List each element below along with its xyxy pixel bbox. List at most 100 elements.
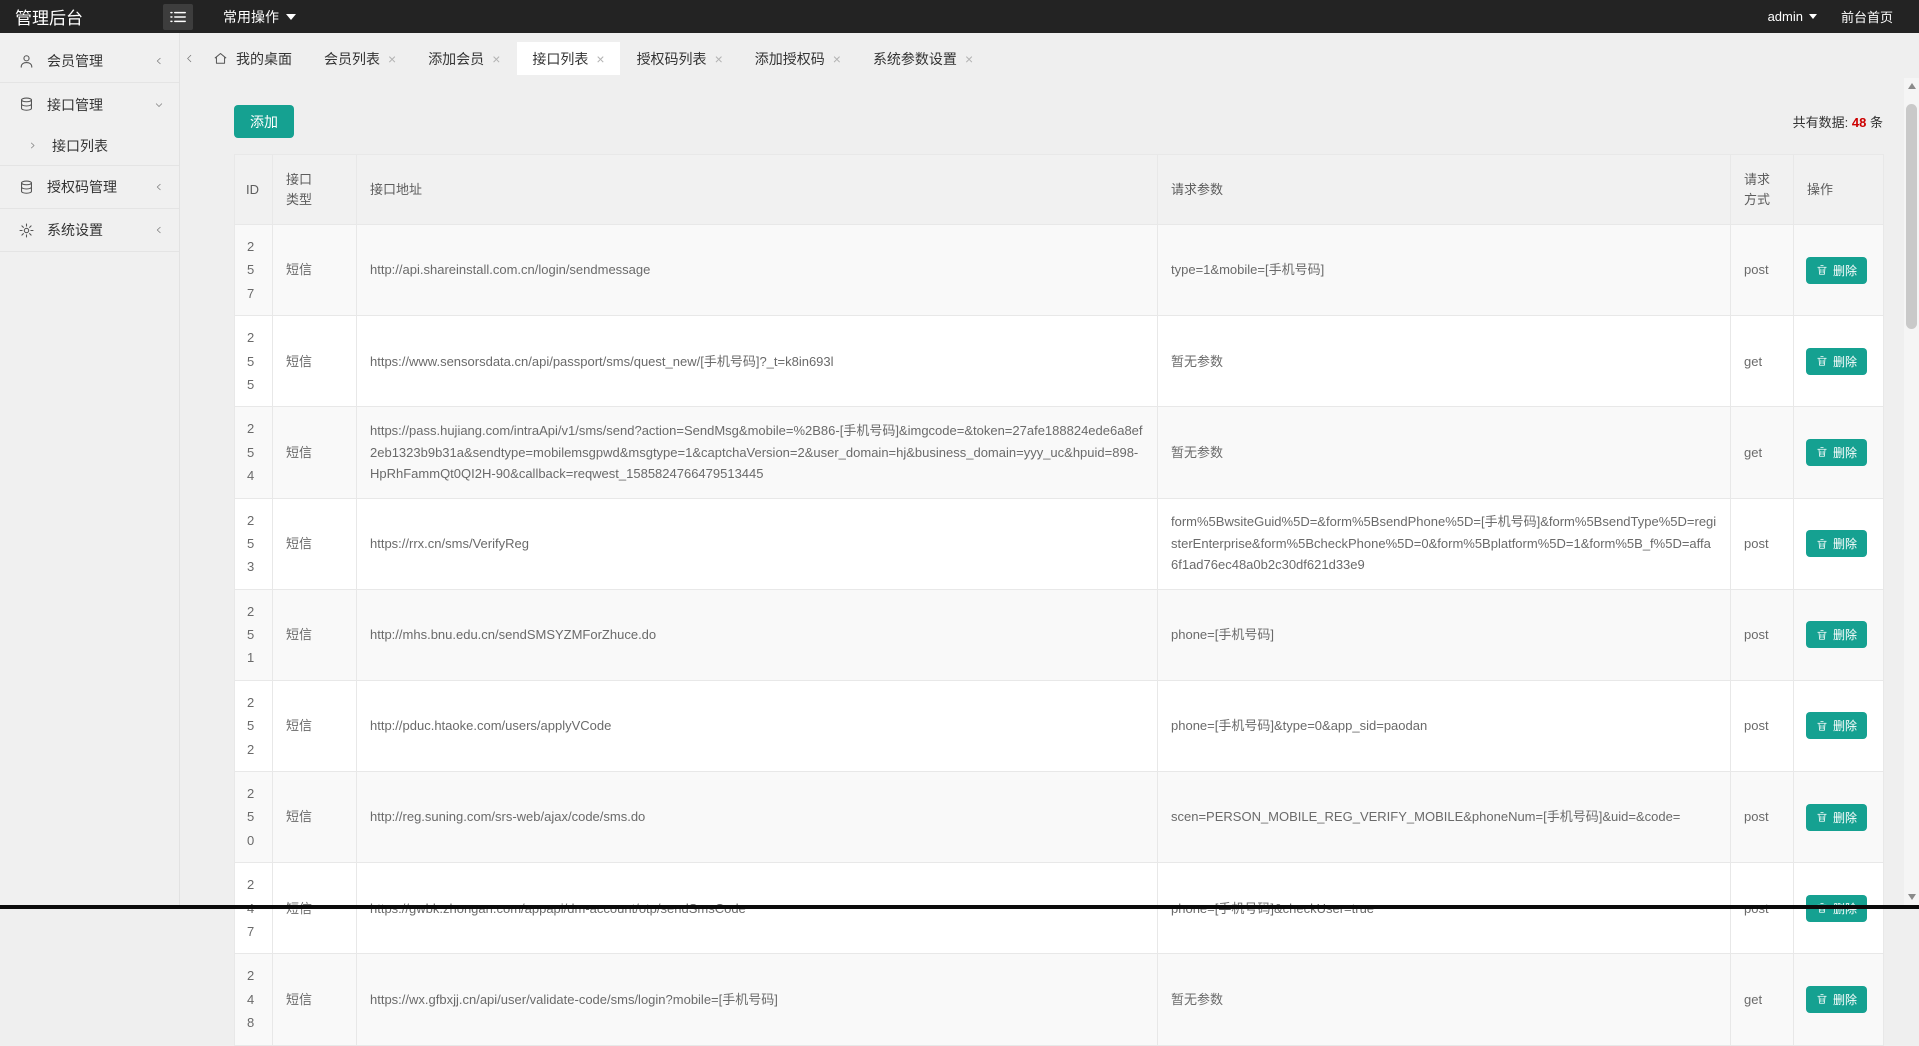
tab-scroll-left-button[interactable] <box>181 42 198 75</box>
database-icon <box>18 179 35 196</box>
table-row: 253 短信 https://rrx.cn/sms/VerifyReg form… <box>235 498 1884 589</box>
table-row: 255 短信 https://www.sensorsdata.cn/api/pa… <box>235 316 1884 407</box>
sidebar: 会员管理 接口管理 接口列表 授权码管理 系统设置 <box>0 33 180 909</box>
table-row: 251 短信 http://mhs.bnu.edu.cn/sendSMSYZMF… <box>235 589 1884 680</box>
cell-url: https://www.sensorsdata.cn/api/passport/… <box>357 316 1158 407</box>
delete-button[interactable]: 删除 <box>1806 257 1867 284</box>
cell-params: 暂无参数 <box>1158 316 1731 407</box>
tab-label: 添加会员 <box>428 49 484 69</box>
caret-down-icon <box>286 14 296 20</box>
delete-button[interactable]: 删除 <box>1806 439 1867 466</box>
chevron-down-icon <box>153 99 165 111</box>
close-icon[interactable]: × <box>596 52 604 66</box>
sidebar-item-label: 接口管理 <box>47 95 153 115</box>
tab-bar: 我的桌面 会员列表 × 添加会员 × 接口列表 × 授权码列表 × 添加授权码 … <box>180 33 1904 75</box>
trash-icon <box>1816 993 1828 1005</box>
home-icon <box>213 51 228 66</box>
scroll-down-button[interactable] <box>1904 889 1919 905</box>
trash-icon <box>1816 720 1828 732</box>
cell-method: get <box>1731 954 1794 1045</box>
trash-icon <box>1816 811 1828 823</box>
tab-label: 接口列表 <box>532 49 588 69</box>
cell-method: post <box>1731 498 1794 589</box>
sidebar-item-interfaces[interactable]: 接口管理 <box>0 83 179 126</box>
tab-my-desktop[interactable]: 我的桌面 <box>198 42 307 75</box>
cell-params: scen=PERSON_MOBILE_REG_VERIFY_MOBILE&pho… <box>1158 772 1731 863</box>
cell-params: 暂无参数 <box>1158 954 1731 1045</box>
cell-id: 251 <box>235 589 273 680</box>
add-button[interactable]: 添加 <box>234 105 294 138</box>
cell-type: 短信 <box>273 954 357 1045</box>
frontend-home-link[interactable]: 前台首页 <box>1841 7 1893 26</box>
chevron-left-icon <box>153 55 165 67</box>
total-number: 48 <box>1852 115 1866 130</box>
chevron-right-icon <box>27 140 38 151</box>
delete-button[interactable]: 删除 <box>1806 348 1867 375</box>
caret-down-icon <box>1809 14 1817 19</box>
cell-method: post <box>1731 225 1794 316</box>
trash-icon <box>1816 264 1828 276</box>
tab-add-authcode[interactable]: 添加授权码 × <box>740 42 856 75</box>
sidebar-item-settings[interactable]: 系统设置 <box>0 209 179 252</box>
sidebar-item-label: 授权码管理 <box>47 177 153 197</box>
cell-type: 短信 <box>273 772 357 863</box>
quick-actions-menu[interactable]: 常用操作 <box>223 7 296 27</box>
cell-url: https://wx.gfbxjj.cn/api/user/validate-c… <box>357 954 1158 1045</box>
cell-url: https://pass.hujiang.com/intraApi/v1/sms… <box>357 407 1158 498</box>
scrollbar-thumb[interactable] <box>1906 104 1917 329</box>
cell-id: 254 <box>235 407 273 498</box>
column-header-id: ID <box>235 155 273 225</box>
cell-method: get <box>1731 407 1794 498</box>
close-icon[interactable]: × <box>965 52 973 66</box>
tab-add-member[interactable]: 添加会员 × <box>413 42 515 75</box>
column-header-params: 请求参数 <box>1158 155 1731 225</box>
cell-params: form%5BwsiteGuid%5D=&form%5BsendPhone%5D… <box>1158 498 1731 589</box>
delete-button[interactable]: 删除 <box>1806 712 1867 739</box>
cell-url: http://mhs.bnu.edu.cn/sendSMSYZMForZhuce… <box>357 589 1158 680</box>
top-bar: 管理后台 常用操作 admin 前台首页 <box>0 0 1919 33</box>
sidebar-subitem-interface-list[interactable]: 接口列表 <box>0 126 179 166</box>
tab-interface-list[interactable]: 接口列表 × <box>517 42 619 75</box>
triangle-up-icon <box>1908 83 1916 89</box>
cell-type: 短信 <box>273 589 357 680</box>
cell-id: 253 <box>235 498 273 589</box>
column-header-method: 请求 方式 <box>1731 155 1794 225</box>
cell-type: 短信 <box>273 225 357 316</box>
tab-system-params[interactable]: 系统参数设置 × <box>858 42 988 75</box>
delete-button[interactable]: 删除 <box>1806 804 1867 831</box>
cell-url: http://reg.suning.com/srs-web/ajax/code/… <box>357 772 1158 863</box>
sidebar-item-members[interactable]: 会员管理 <box>0 40 179 83</box>
sidebar-subitem-label: 接口列表 <box>52 136 108 156</box>
interface-table: ID 接口 类型 接口地址 请求参数 请求 方式 操作 257 短信 http:… <box>234 154 1884 1046</box>
cell-method: post <box>1731 772 1794 863</box>
delete-button[interactable]: 删除 <box>1806 621 1867 648</box>
delete-button[interactable]: 删除 <box>1806 986 1867 1013</box>
toolbar: 添加 共有数据: 48 条 <box>234 105 1883 138</box>
close-icon[interactable]: × <box>388 52 396 66</box>
user-menu[interactable]: admin <box>1768 9 1817 24</box>
close-icon[interactable]: × <box>833 52 841 66</box>
close-icon[interactable]: × <box>715 52 723 66</box>
delete-button[interactable]: 删除 <box>1806 530 1867 557</box>
list-icon <box>170 10 186 24</box>
user-icon <box>18 53 35 70</box>
sidebar-item-authcodes[interactable]: 授权码管理 <box>0 166 179 209</box>
column-header-url: 接口地址 <box>357 155 1158 225</box>
table-row: 257 短信 http://api.shareinstall.com.cn/lo… <box>235 225 1884 316</box>
table-header-row: ID 接口 类型 接口地址 请求参数 请求 方式 操作 <box>235 155 1884 225</box>
chevron-left-icon <box>153 224 165 236</box>
table-row: 254 短信 https://pass.hujiang.com/intraApi… <box>235 407 1884 498</box>
tab-authcode-list[interactable]: 授权码列表 × <box>622 42 738 75</box>
sidebar-toggle-button[interactable] <box>163 4 193 30</box>
table-row: 252 短信 http://pduc.htaoke.com/users/appl… <box>235 680 1884 771</box>
user-name: admin <box>1768 9 1803 24</box>
scroll-up-button[interactable] <box>1904 78 1919 94</box>
tab-label: 添加授权码 <box>755 49 825 69</box>
cell-type: 短信 <box>273 498 357 589</box>
close-icon[interactable]: × <box>492 52 500 66</box>
chevron-left-icon <box>153 181 165 193</box>
table-row: 248 短信 https://wx.gfbxjj.cn/api/user/val… <box>235 954 1884 1045</box>
cell-type: 短信 <box>273 316 357 407</box>
cell-params: type=1&mobile=[手机号码] <box>1158 225 1731 316</box>
tab-member-list[interactable]: 会员列表 × <box>309 42 411 75</box>
